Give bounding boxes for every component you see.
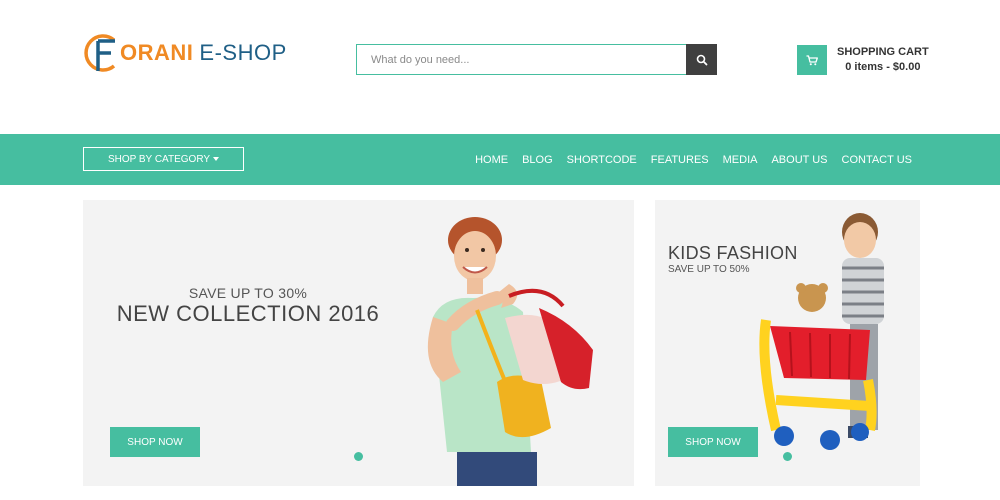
main-banner-title: NEW COLLECTION 2016 xyxy=(116,301,380,326)
woman-with-shopping-bags-image xyxy=(427,217,593,486)
slider-dot[interactable] xyxy=(354,452,363,461)
main-hero-banner[interactable]: SAVE UP TO 30% NEW COLLECTION 2016 SHOP … xyxy=(83,200,634,486)
cart-icon-button[interactable] xyxy=(797,45,827,75)
search-input[interactable] xyxy=(356,44,686,75)
shopping-cart[interactable]: SHOPPING CART 0 items - $0.00 xyxy=(797,45,929,75)
cart-text: SHOPPING CART 0 items - $0.00 xyxy=(837,45,929,75)
kids-fashion-banner[interactable]: KIDS FASHION SAVE UP TO 50% SHOP NOW xyxy=(655,200,920,486)
site-header: ORANIE-SHOP SHOPPING CART 0 items - $0.0… xyxy=(0,0,1000,134)
caret-down-icon xyxy=(213,157,220,161)
side-banner-shop-now-button[interactable]: SHOP NOW xyxy=(668,427,758,457)
main-banner-shop-now-button[interactable]: SHOP NOW xyxy=(110,427,200,457)
logo-mark-icon xyxy=(84,34,116,72)
cart-summary: 0 items - $0.00 xyxy=(845,61,921,73)
search-icon xyxy=(696,54,707,65)
cart-title: SHOPPING CART xyxy=(837,46,929,58)
nav-item-about-us[interactable]: ABOUT US xyxy=(771,154,827,166)
site-logo[interactable]: ORANI E-SHOP xyxy=(84,33,287,73)
main-navbar: SHOP BY CATEGORY HOME BLOG SHORTCODE FEA… xyxy=(0,134,1000,185)
category-button-label: SHOP BY CATEGORY xyxy=(107,153,211,165)
search-bar xyxy=(356,44,717,75)
main-banner-subtitle: SAVE UP TO 30% xyxy=(188,285,308,301)
logo-name-part2: E-SHOP xyxy=(199,40,287,65)
nav-menu: HOME BLOG SHORTCODE FEATURES MEDIA ABOUT… xyxy=(461,134,912,185)
nav-item-home[interactable]: HOME xyxy=(475,154,508,166)
logo-text: ORANI E-SHOP xyxy=(120,40,287,66)
nav-item-contact-us[interactable]: CONTACT US xyxy=(842,154,913,166)
shop-by-category-button[interactable]: SHOP BY CATEGORY xyxy=(83,147,244,171)
slider-dot[interactable] xyxy=(783,452,792,461)
search-button[interactable] xyxy=(686,44,717,75)
child-with-toy-cart-image xyxy=(759,213,884,450)
side-banner-subtitle: SAVE UP TO 50% xyxy=(668,264,750,275)
nav-item-media[interactable]: MEDIA xyxy=(723,154,758,166)
cart-icon xyxy=(806,54,818,65)
nav-item-features[interactable]: FEATURES xyxy=(651,154,709,166)
nav-item-shortcode[interactable]: SHORTCODE xyxy=(567,154,637,166)
nav-item-blog[interactable]: BLOG xyxy=(522,154,553,166)
logo-name-part1: ORANI xyxy=(120,40,194,65)
